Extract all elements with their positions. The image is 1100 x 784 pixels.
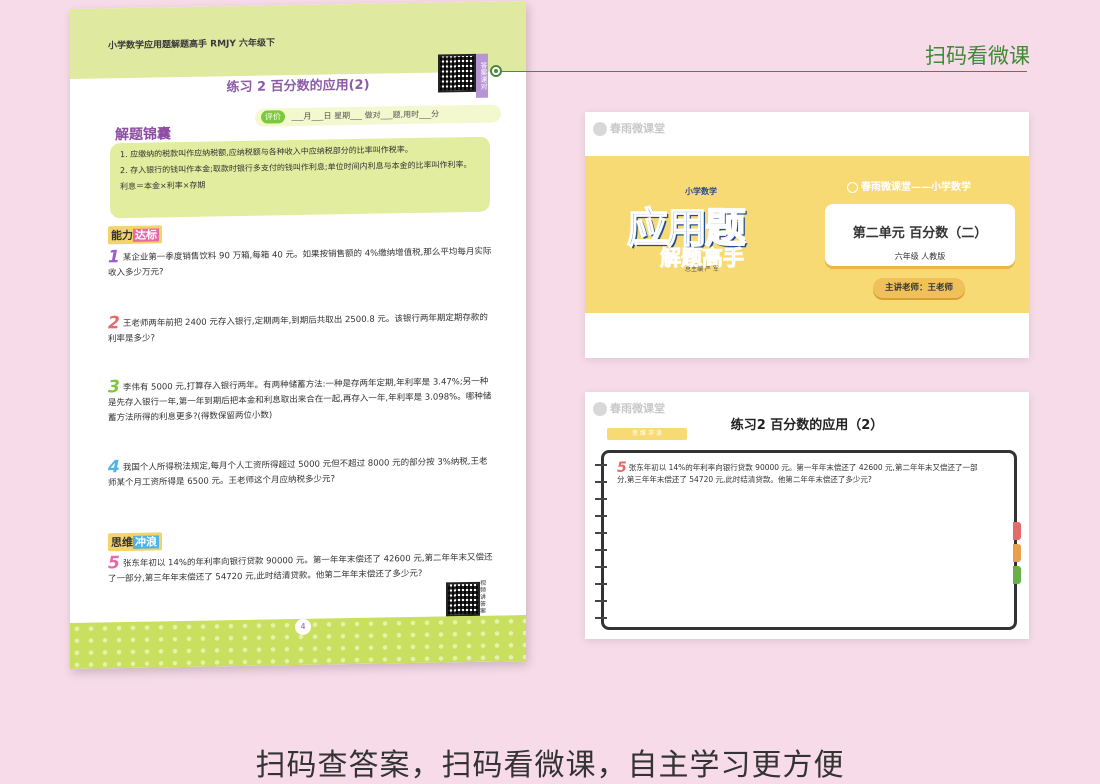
question-number: 5 bbox=[617, 460, 627, 476]
workbook-page: 小学数学应用题解题高手 RMJY 六年级下 答案速对 练习 2 百分数的应用(2… bbox=[70, 1, 526, 669]
question-text: 我国个人所得税法规定,每月个人工资所得超过 5000 元但不超过 8000 元的… bbox=[108, 456, 488, 489]
section-tag: 思 维 冲 浪 bbox=[607, 428, 687, 440]
tips-box: 1. 应缴纳的税款叫作应纳税额,应纳税额与各种收入中应纳税部分的比率叫作税率。 … bbox=[110, 136, 490, 219]
teacher-badge: 主讲老师：王老师 bbox=[873, 278, 965, 298]
lesson-question: 5 张东年初以 14%的年利率向银行贷款 90000 元。第一年年末偿还了 426… bbox=[617, 460, 987, 486]
section-ability-b: 达标 bbox=[133, 228, 159, 242]
question-number: 3 bbox=[108, 377, 120, 398]
evaluation-text: ___月___日 星期___ 做对___题,用时___分 bbox=[291, 109, 440, 122]
notebook-spiral bbox=[595, 456, 607, 626]
section-thinking: 思维 冲浪 bbox=[108, 532, 162, 552]
video-cover-card[interactable]: 春雨微课堂 小学数学 应用题 解题高手 总主编 严 军 春雨微课堂——小学数学 … bbox=[585, 112, 1029, 358]
question-text: 李伟有 5000 元,打算存入银行两年。有两种储蓄方法:一种是存两年定期,年利率… bbox=[108, 376, 492, 424]
notebook-tab-red bbox=[1013, 522, 1021, 540]
series-label: 春雨微课堂——小学数学 bbox=[847, 178, 971, 193]
evaluation-badge: 评价 bbox=[261, 110, 285, 124]
question-text: 某企业第一季度销售饮料 90 万箱,每箱 40 元。如果按销售额的 4%缴纳增值… bbox=[108, 246, 492, 279]
question-number: 4 bbox=[108, 457, 120, 478]
question-number: 2 bbox=[108, 313, 120, 334]
bottom-caption: 扫码查答案，扫码看微课，自主学习更方便 bbox=[255, 748, 845, 783]
brand-watermark: 春雨微课堂 bbox=[593, 120, 665, 136]
video-qr-tag: 视频讲答案 bbox=[480, 579, 487, 615]
grade-edition: 六年级 人教版 bbox=[894, 252, 946, 261]
question-4: 4 我国个人所得税法规定,每月个人工资所得超过 5000 元但不超过 8000 元… bbox=[108, 454, 493, 492]
scan-video-label: 扫码看微课 bbox=[925, 44, 1030, 68]
cover-author: 总主编 严 军 bbox=[685, 266, 719, 273]
connector-line bbox=[497, 71, 1027, 72]
question-5: 5 张东年初以 14%的年利率向银行贷款 90000 元。第一年年末偿还了 426… bbox=[108, 550, 493, 588]
question-number: 1 bbox=[108, 247, 120, 268]
section-thinking-b: 冲浪 bbox=[133, 535, 159, 549]
question-3: 3 李伟有 5000 元,打算存入银行两年。有两种储蓄方法:一种是存两年定期,年利… bbox=[108, 374, 493, 427]
video-lesson-card[interactable]: 春雨微课堂 练习2 百分数的应用（2） 思 维 冲 浪 5 张东年初以 14%的年… bbox=[585, 392, 1029, 639]
notebook-tab-orange bbox=[1013, 544, 1021, 562]
question-1: 1 某企业第一季度销售饮料 90 万箱,每箱 40 元。如果按销售额的 4%缴纳增… bbox=[108, 244, 493, 282]
video-qr-code[interactable] bbox=[446, 581, 480, 617]
question-text: 王老师两年前把 2400 元存入银行,定期两年,到期后共取出 2500.8 元。… bbox=[108, 312, 488, 345]
unit-title: 第二单元 百分数（二） bbox=[852, 226, 988, 241]
brand-logo-icon bbox=[593, 122, 607, 136]
connector-dot bbox=[490, 65, 502, 77]
tips-title: 解题锦囊 bbox=[115, 126, 171, 144]
section-ability-a: 能力 bbox=[111, 228, 133, 243]
question-number: 5 bbox=[108, 553, 120, 574]
question-2: 2 王老师两年前把 2400 元存入银行,定期两年,到期后共取出 2500.8 元… bbox=[108, 310, 493, 348]
evaluation-bar: 评价 ___月___日 星期___ 做对___题,用时___分 bbox=[255, 104, 501, 127]
question-text: 张东年初以 14%的年利率向银行贷款 90000 元。第一年年末偿还了 4260… bbox=[108, 552, 493, 585]
notebook-tab-green bbox=[1013, 566, 1021, 584]
series-text: 春雨微课堂——小学数学 bbox=[861, 182, 971, 193]
question-text: 张东年初以 14%的年利率向银行贷款 90000 元。第一年年末偿还了 4260… bbox=[617, 463, 978, 484]
section-ability: 能力 达标 bbox=[108, 225, 162, 245]
section-thinking-a: 思维 bbox=[111, 535, 133, 550]
unit-box: 第二单元 百分数（二） 六年级 人教版 bbox=[825, 204, 1015, 266]
arrow-circle-icon bbox=[847, 181, 858, 193]
brand-text: 春雨微课堂 bbox=[610, 122, 665, 135]
